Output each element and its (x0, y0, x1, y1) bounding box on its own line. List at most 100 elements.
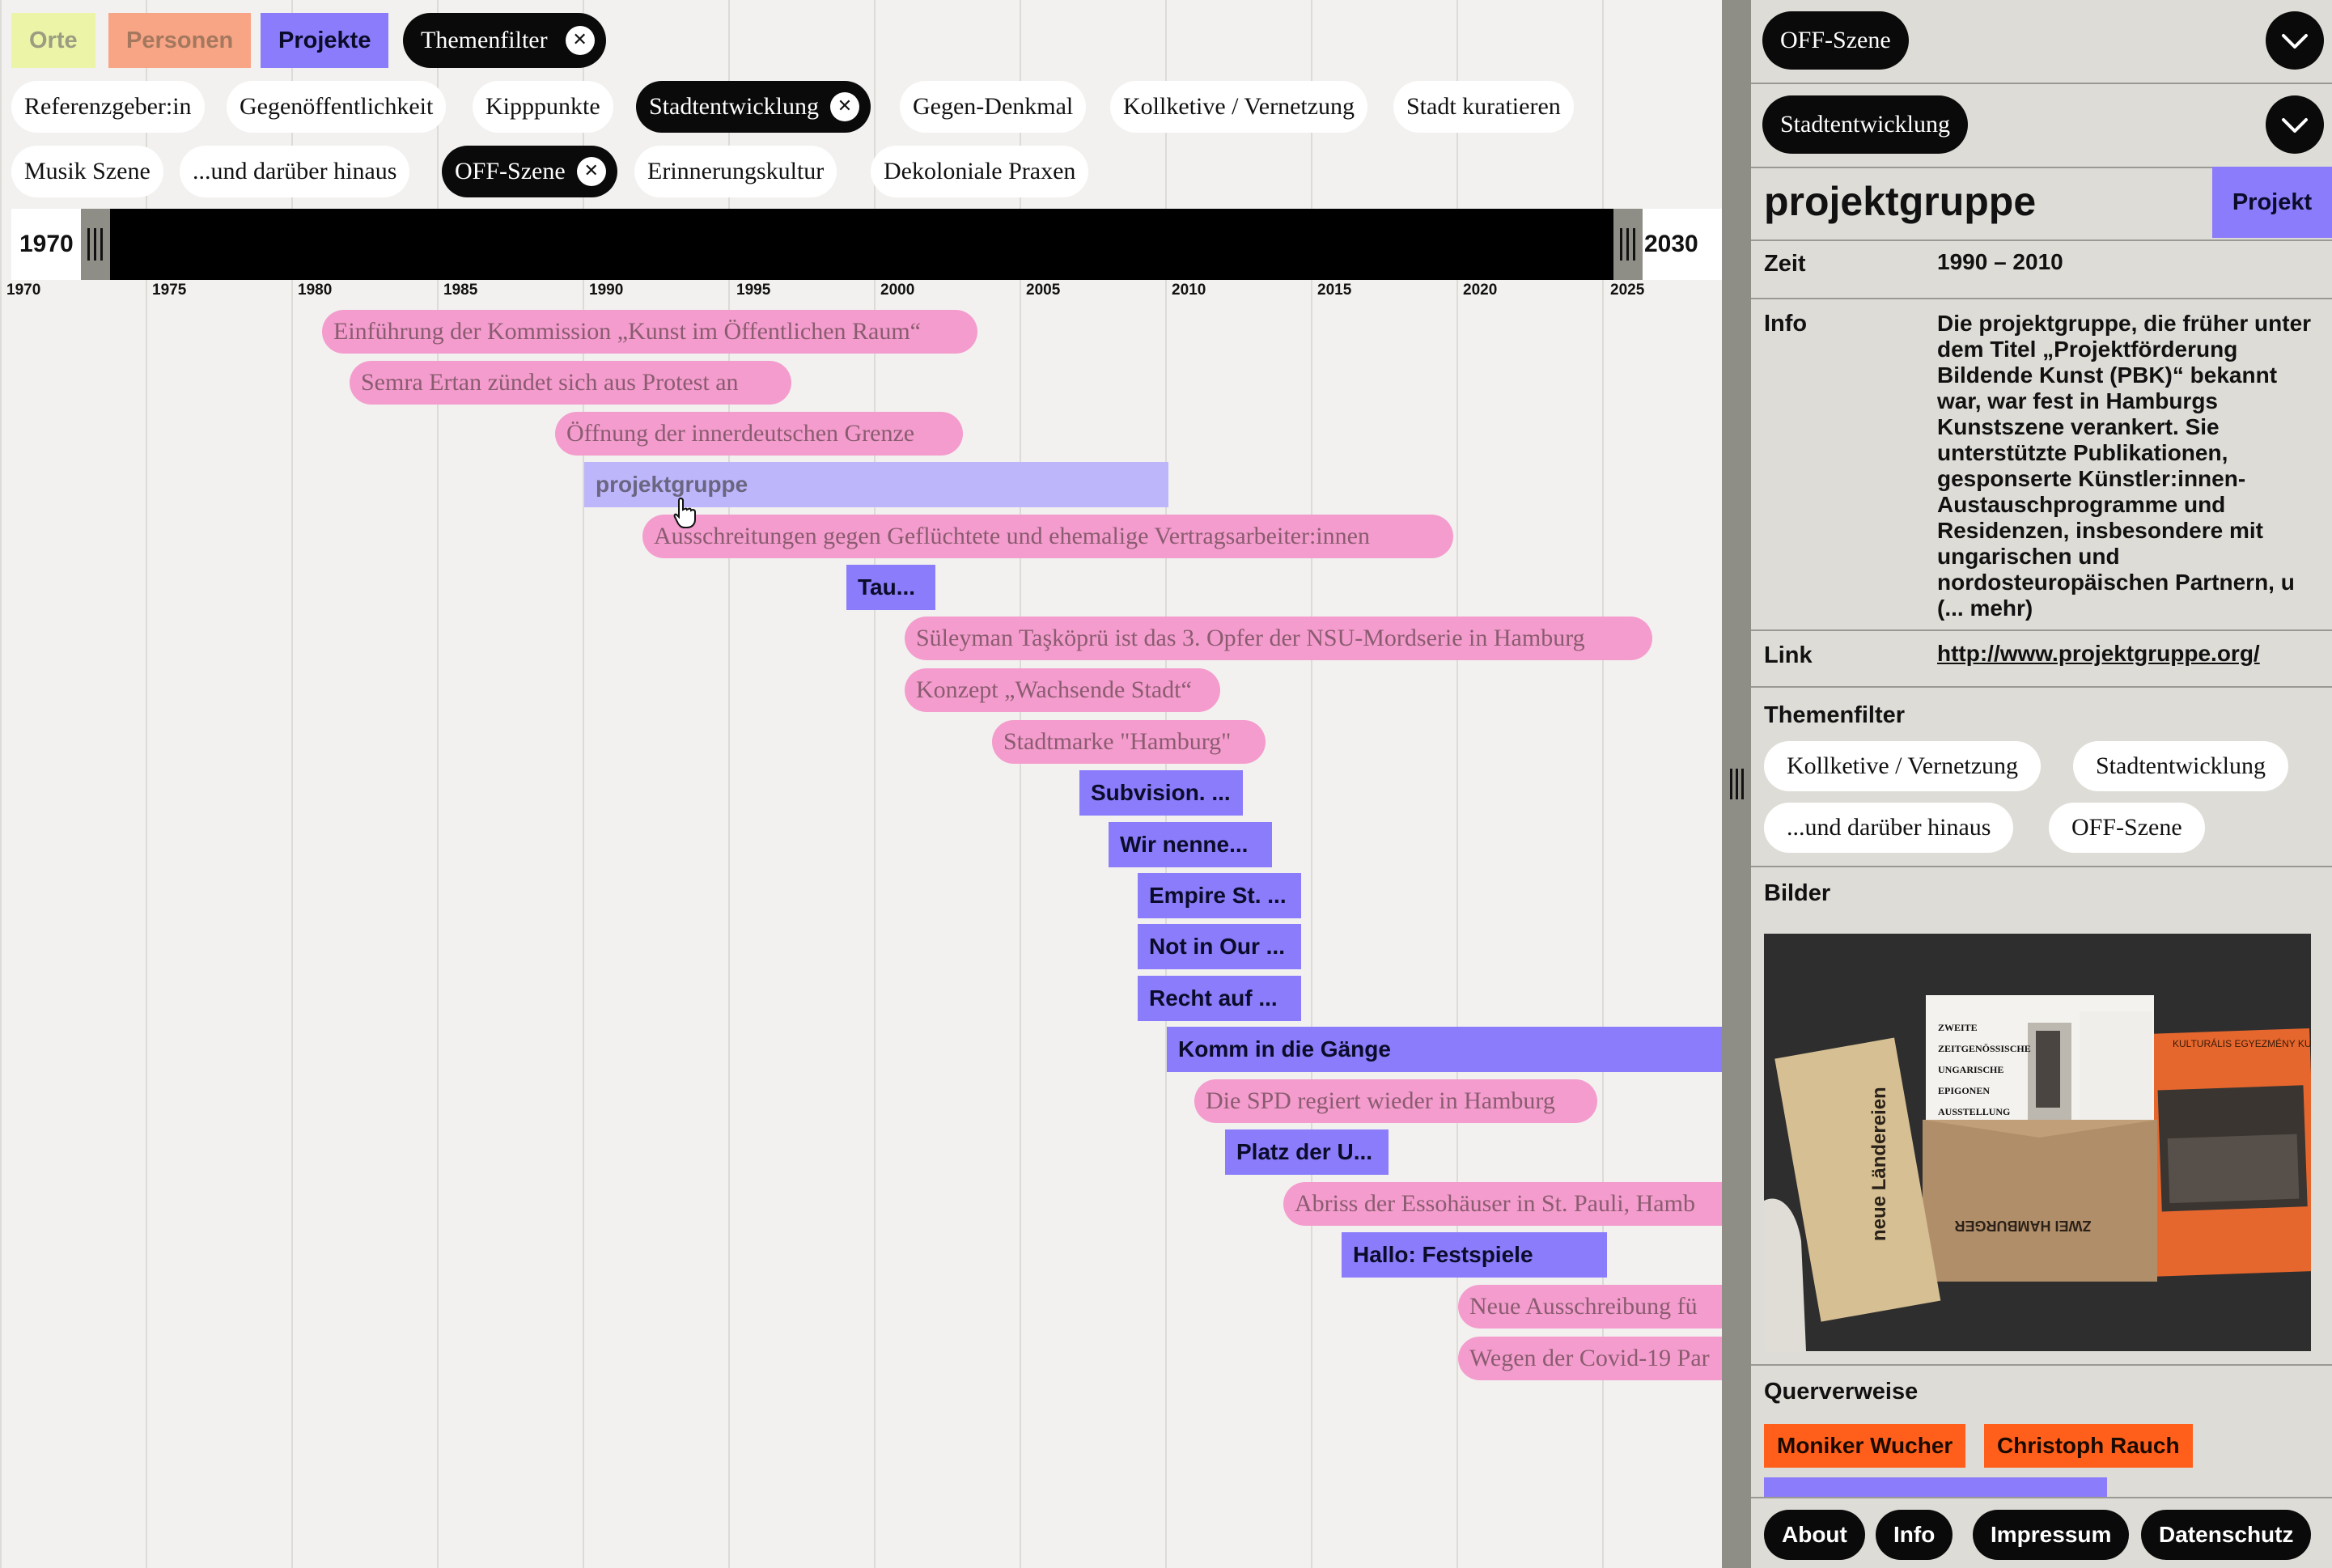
active-filter-row: OFF-Szene (1751, 0, 2332, 84)
chevron-down-icon (2282, 34, 2308, 49)
panel-resize-handle[interactable] (1722, 0, 1751, 1568)
poster-line: AUSSTELLUNG (1938, 1106, 2010, 1117)
impressum-button[interactable]: Impressum (1973, 1510, 2130, 1560)
timeline-event[interactable]: Neue Ausschreibung fü (1458, 1285, 1724, 1329)
theme-chip-off-szene[interactable]: OFF-Szene ✕ (442, 146, 617, 197)
about-button[interactable]: About (1764, 1510, 1865, 1560)
poster-line: EPIGONEN (1938, 1085, 1990, 1096)
year-tick: 2000 (880, 282, 915, 299)
drag-handle-icon (100, 228, 103, 261)
timeline-project[interactable]: Platz der U... (1225, 1129, 1389, 1175)
theme-chip-referenzgeber[interactable]: Referenzgeber:in (11, 81, 205, 133)
theme-tag[interactable]: OFF-Szene (2049, 803, 2205, 853)
timeline-event[interactable]: Öffnung der innerdeutschen Grenze (555, 412, 963, 456)
footer-nav: About Info Impressum Datenschutz (1751, 1497, 2332, 1568)
timeline-project[interactable]: Subvision. ... (1079, 770, 1243, 816)
range-start-label: 1970 (11, 209, 81, 280)
close-icon[interactable]: ✕ (829, 92, 859, 121)
timeline-project[interactable]: Komm in die Gänge (1167, 1027, 1724, 1072)
type-badge: Projekt (2212, 167, 2332, 238)
timeline-project[interactable]: Empire St. ... (1138, 873, 1301, 918)
project-link[interactable]: http://www.projektgruppe.org/ (1937, 641, 2317, 667)
theme-tag[interactable]: Kollketive / Vernetzung (1764, 741, 2042, 791)
year-tick: 2025 (1610, 282, 1645, 299)
link-label: Link (1764, 642, 1813, 668)
close-icon[interactable]: ✕ (565, 26, 595, 55)
theme-chip-musik-szene[interactable]: Musik Szene (11, 146, 163, 197)
poster-line: UNGARISCHE (1938, 1064, 2003, 1075)
active-filter-row: Stadtentwicklung (1751, 84, 2332, 168)
info-button[interactable]: Info (1876, 1510, 1953, 1560)
theme-chip-erinnerungskultur[interactable]: Erinnerungskultur (634, 146, 837, 197)
range-start-handle[interactable] (81, 209, 110, 280)
themenfilter-section-label: Themenfilter (1764, 702, 1906, 728)
year-tick: 1975 (152, 282, 187, 299)
timeline-event[interactable]: Abriss der Essohäuser in St. Pauli, Hamb (1283, 1182, 1724, 1226)
cross-reference-person[interactable]: Moniker Wucher (1764, 1424, 1966, 1468)
info-row: Info Die projektgruppe, die früher unter… (1751, 299, 2332, 631)
themenfilter-button[interactable]: Themenfilter ✕ (403, 13, 606, 68)
theme-chip-stadt-kuratieren[interactable]: Stadt kuratieren (1393, 81, 1574, 133)
timeline-event[interactable]: Semra Ertan zündet sich aus Protest an (350, 361, 791, 405)
timeline-event[interactable]: Die SPD regiert wieder in Hamburg (1194, 1079, 1597, 1123)
drag-handle-icon (1633, 228, 1635, 261)
bilder-label: Bilder (1764, 880, 1831, 906)
expand-toggle-button[interactable] (2266, 11, 2324, 70)
cross-reference-person[interactable]: Christoph Rauch (1984, 1424, 2193, 1468)
close-icon[interactable]: ✕ (576, 157, 606, 186)
year-tick: 1970 (6, 282, 41, 299)
theme-chip-kipppunkte[interactable]: Kipppunkte (473, 81, 613, 133)
timeline-event[interactable]: Konzept „Wachsende Stadt“ (905, 668, 1220, 712)
timeline-event[interactable]: Wegen der Covid-19 Par (1458, 1337, 1724, 1380)
theme-tag[interactable]: Stadtentwicklung (2073, 741, 2288, 791)
category-orte-button[interactable]: Orte (11, 13, 95, 68)
theme-chip-dekoloniale-praxen[interactable]: Dekoloniale Praxen (871, 146, 1089, 197)
drag-handle-icon (1730, 769, 1732, 799)
active-filter-chip[interactable]: Stadtentwicklung (1762, 95, 1968, 154)
hand-pointer-icon (673, 497, 696, 528)
theme-chip-gegen-denkmal[interactable]: Gegen-Denkmal (900, 81, 1087, 133)
theme-chip-gegenoeffentlichkeit[interactable]: Gegenöffentlichkeit (227, 81, 447, 133)
range-end-handle[interactable] (1613, 209, 1643, 280)
timeline-event[interactable]: Süleyman Taşköprü ist das 3. Opfer der N… (905, 617, 1652, 660)
timeline-event[interactable]: Stadtmarke "Hamburg" (992, 720, 1266, 764)
themenfilter-section: Themenfilter Kollketive / Vernetzung Sta… (1751, 688, 2332, 867)
year-tick: 1980 (298, 282, 333, 299)
timeline-project[interactable]: Hallo: Festspiele (1342, 1232, 1607, 1278)
year-tick: 1995 (736, 282, 771, 299)
chevron-down-icon (2282, 118, 2308, 133)
theme-tag[interactable]: ...und darüber hinaus (1764, 803, 2014, 853)
timeline-project-selected[interactable]: projektgruppe (584, 462, 1168, 507)
year-tick: 2020 (1463, 282, 1498, 299)
year-tick: 2015 (1317, 282, 1352, 299)
drag-handle-icon (1620, 228, 1622, 261)
project-photo: KULTURÁLIS EGYEZMÉNY KULTURABKOMMEN ZWEI… (1764, 934, 2311, 1351)
project-image[interactable]: KULTURÁLIS EGYEZMÉNY KULTURABKOMMEN ZWEI… (1764, 934, 2311, 1351)
range-slider-track[interactable] (81, 209, 1724, 280)
timeline-project[interactable]: Wir nenne... (1109, 822, 1272, 867)
category-personen-button[interactable]: Personen (108, 13, 252, 68)
poster-line: ZWEITE (1938, 1022, 1978, 1033)
timeline-project[interactable]: Not in Our ... (1138, 924, 1301, 969)
timeline-project[interactable]: Recht auf ... (1138, 976, 1301, 1021)
querverweise-label: Querverweise (1764, 1379, 1919, 1405)
theme-chip-kollektive-vernetzung[interactable]: Kollketive / Vernetzung (1110, 81, 1368, 133)
link-row: Link http://www.projektgruppe.org/ (1751, 631, 2332, 688)
expand-toggle-button[interactable] (2266, 95, 2324, 154)
booklet-title: neue Ländereien (1868, 1087, 1890, 1241)
active-filter-chip[interactable]: OFF-Szene (1762, 11, 1909, 70)
theme-chip-stadtentwicklung[interactable]: Stadtentwicklung ✕ (636, 81, 871, 133)
timeline-project[interactable]: Tau... (846, 565, 935, 610)
poster-line: ZEITGENÖSSISCHE (1938, 1043, 2031, 1054)
timeline-event[interactable]: Ausschreitungen gegen Geflüchtete und eh… (642, 515, 1453, 558)
category-projekte-button[interactable]: Projekte (261, 13, 389, 68)
detail-title: projektgruppe (1764, 179, 2037, 224)
year-tick: 2010 (1172, 282, 1206, 299)
zeit-value: 1990 – 2010 (1937, 249, 2063, 274)
datenschutz-button[interactable]: Datenschutz (2141, 1510, 2312, 1560)
timeline-event[interactable]: Einführung der Kommission „Kunst im Öffe… (322, 310, 977, 354)
zeit-row: Zeit 1990 – 2010 (1751, 241, 2332, 299)
drag-handle-icon (94, 228, 96, 261)
info-label: Info (1764, 311, 1808, 337)
theme-chip-und-darueber-hinaus[interactable]: ...und darüber hinaus (180, 146, 410, 197)
